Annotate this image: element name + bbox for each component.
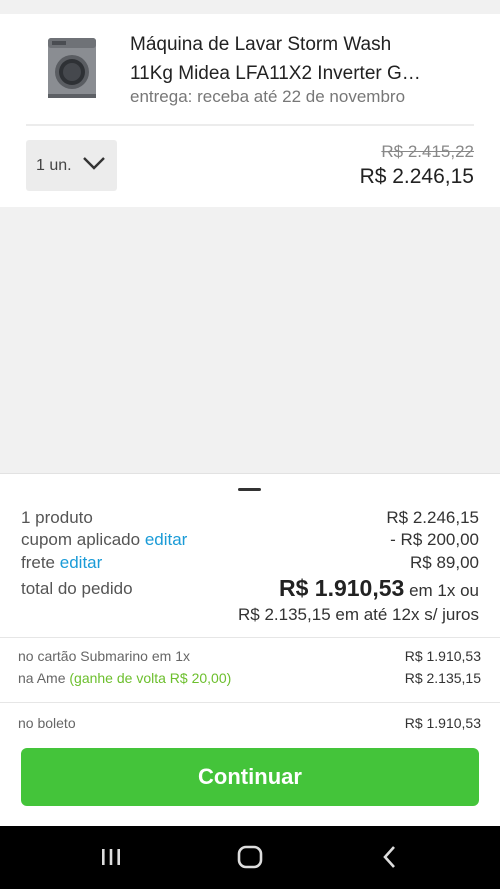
installments-text: R$ 2.135,15 em até 12x s/ juros — [238, 605, 479, 624]
home-icon[interactable] — [235, 842, 265, 872]
back-icon[interactable] — [375, 842, 405, 872]
delivery-estimate: entrega: receba até 22 de novembro — [130, 87, 406, 106]
payment-ame-label: na Ame — [18, 670, 66, 686]
payment-ame-cashback: (ganhe de volta R$ 20,00) — [69, 670, 232, 686]
payment-boleto-value: R$ 1.910,53 — [404, 715, 481, 731]
recent-apps-icon[interactable] — [96, 842, 126, 872]
coupon-edit-link[interactable]: editar — [145, 530, 188, 549]
payment-card-value: R$ 1.910,53 — [404, 648, 481, 664]
quantity-selector[interactable]: 1 un. — [26, 140, 117, 191]
product-title-line-2: 11Kg Midea LFA11X2 Inverter G… — [130, 63, 421, 84]
coupon-value: - R$ 200,00 — [390, 530, 479, 549]
product-title-line-1: Máquina de Lavar Storm Wash — [130, 34, 392, 55]
payment-card-label: no cartão Submarino em 1x — [18, 648, 190, 664]
original-price: R$ 2.415,22 — [381, 142, 474, 161]
products-value: R$ 2.246,15 — [386, 508, 479, 527]
continue-button[interactable]: Continuar — [21, 748, 479, 806]
quantity-value: 1 un. — [36, 157, 72, 174]
total-label: total do pedido — [21, 579, 133, 598]
divider — [26, 124, 474, 126]
shipping-value: R$ 89,00 — [410, 553, 479, 572]
shipping-label: frete — [21, 553, 56, 572]
divider — [0, 702, 500, 703]
chevron-down-icon — [83, 157, 105, 170]
total-value: R$ 1.910,53 — [279, 575, 405, 601]
shipping-edit-link[interactable]: editar — [60, 553, 103, 572]
total-suffix: em 1x ou — [409, 581, 479, 600]
drag-handle[interactable] — [238, 488, 261, 491]
cta-container: Continuar — [0, 745, 500, 826]
products-label: 1 produto — [21, 508, 93, 527]
current-price: R$ 2.246,15 — [359, 165, 474, 188]
product-title[interactable]: Máquina de Lavar Storm Wash 11Kg Midea L… — [130, 30, 470, 88]
payment-boleto-label: no boleto — [18, 715, 76, 731]
coupon-label: cupom aplicado — [21, 530, 141, 549]
divider — [0, 637, 500, 638]
washing-machine-image — [48, 38, 96, 98]
android-nav-bar — [0, 826, 500, 889]
top-strip — [0, 0, 500, 14]
payment-ame-value: R$ 2.135,15 — [404, 670, 481, 686]
product-card: Máquina de Lavar Storm Wash 11Kg Midea L… — [0, 14, 500, 207]
